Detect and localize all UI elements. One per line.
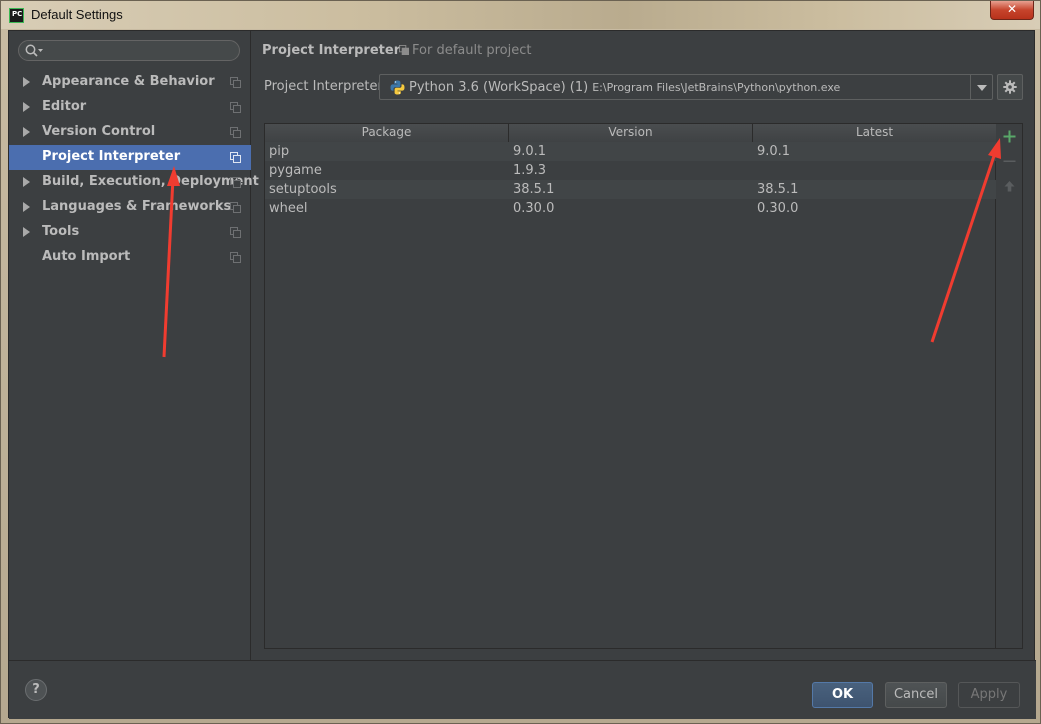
dialog-body: Appearance & Behavior Editor Version Con… [8,30,1036,719]
cancel-button[interactable]: Cancel [885,682,947,708]
table-header: Package Version Latest [265,124,996,142]
copy-icon [230,127,241,138]
column-header-package[interactable]: Package [265,124,509,142]
copy-icon [230,152,241,163]
interpreter-path: E:\Program Files\JetBrains\Python\python… [592,81,841,94]
interpreter-label: Project Interpreter: [264,79,388,94]
cell-version: 0.30.0 [513,201,555,216]
cell-package: wheel [269,201,308,216]
cell-latest: 0.30.0 [757,201,799,216]
sidebar-item-languages-frameworks[interactable]: Languages & Frameworks [9,195,251,220]
sidebar-item-tools[interactable]: Tools [9,220,251,245]
interpreter-name: Python 3.6 (WorkSpace) (1) [409,80,589,95]
settings-window: PC Default Settings ✕ Appearance & Behav… [0,0,1041,724]
cell-package: pygame [269,163,322,178]
dialog-button-bar: ? OK Cancel Apply [9,660,1036,719]
cell-package: setuptools [269,182,337,197]
sidebar-item-version-control[interactable]: Version Control [9,120,251,145]
scope-note-text: For default project [412,43,532,58]
search-field[interactable] [18,40,240,61]
arrow-up-icon[interactable] [1001,178,1018,195]
packages-table: Package Version Latest pip 9.0.1 9.0.1 p… [265,124,996,648]
copy-icon [230,227,241,238]
gear-icon [1003,80,1017,94]
packages-table-container: Package Version Latest pip 9.0.1 9.0.1 p… [264,123,1023,649]
expand-arrow-icon[interactable] [23,177,30,187]
help-button[interactable]: ? [25,679,47,701]
interpreter-select[interactable]: Python 3.6 (WorkSpace) (1) E:\Program Fil… [379,74,993,100]
search-icon[interactable] [24,43,46,59]
expand-arrow-icon[interactable] [23,102,30,112]
sidebar-item-label: Auto Import [42,249,131,264]
cell-version: 1.9.3 [513,163,547,178]
table-row[interactable]: pygame 1.9.3 [265,161,996,180]
project-interpreter-panel: Project Interpreter For default project … [252,31,1036,660]
sidebar-item-label: Tools [42,224,80,239]
ok-button[interactable]: OK [812,682,873,708]
apply-button[interactable]: Apply [958,682,1020,708]
settings-tree: Appearance & Behavior Editor Version Con… [9,70,259,270]
cell-version: 38.5.1 [513,182,555,197]
search-input[interactable] [47,43,232,58]
scope-note: For default project [399,43,531,58]
table-row[interactable]: wheel 0.30.0 0.30.0 [265,199,996,218]
python-icon [390,80,405,95]
sidebar-item-label: Version Control [42,124,156,139]
cell-latest: 9.0.1 [757,144,791,159]
plus-icon[interactable] [1001,128,1018,145]
window-title: Default Settings [31,7,123,22]
copy-icon [230,252,241,263]
copy-icon [230,77,241,88]
copy-icon [399,45,409,55]
expand-arrow-icon[interactable] [23,77,30,87]
table-body: pip 9.0.1 9.0.1 pygame 1.9.3 setuptools … [265,142,996,218]
cell-latest: 38.5.1 [757,182,799,197]
pycharm-app-icon: PC [9,8,24,23]
sidebar-item-label: Appearance & Behavior [42,74,215,89]
sidebar-item-label: Build, Execution, Deployment [42,174,259,189]
close-button[interactable]: ✕ [990,1,1034,20]
table-row[interactable]: setuptools 38.5.1 38.5.1 [265,180,996,199]
interpreter-value: Python 3.6 (WorkSpace) (1) E:\Program Fil… [409,80,840,95]
chevron-down-icon[interactable] [970,75,992,99]
sidebar-item-editor[interactable]: Editor [9,95,251,120]
column-header-latest[interactable]: Latest [753,124,996,142]
column-header-version[interactable]: Version [509,124,753,142]
sidebar-item-label: Languages & Frameworks [42,199,232,214]
copy-icon [230,102,241,113]
title-bar[interactable]: PC Default Settings ✕ [1,1,1040,29]
settings-sidebar: Appearance & Behavior Editor Version Con… [9,31,259,660]
expand-arrow-icon[interactable] [23,202,30,212]
expand-arrow-icon[interactable] [23,227,30,237]
sidebar-item-build-execution-deployment[interactable]: Build, Execution, Deployment [9,170,259,195]
cell-version: 9.0.1 [513,144,547,159]
cell-package: pip [269,144,290,159]
expand-arrow-icon[interactable] [23,127,30,137]
cell-latest [753,161,996,180]
minus-icon[interactable] [1001,153,1018,170]
sidebar-item-appearance-behavior[interactable]: Appearance & Behavior [9,70,251,95]
sidebar-item-label: Editor [42,99,87,114]
sidebar-item-label: Project Interpreter [42,149,181,164]
sidebar-item-auto-import[interactable]: Auto Import [9,245,251,270]
copy-icon [230,177,241,188]
table-row[interactable]: pip 9.0.1 9.0.1 [265,142,996,161]
interpreter-settings-button[interactable] [997,74,1023,100]
package-toolbar [997,124,1022,648]
page-title: Project Interpreter [262,43,401,58]
sidebar-item-project-interpreter[interactable]: Project Interpreter [9,145,251,170]
copy-icon [230,202,241,213]
